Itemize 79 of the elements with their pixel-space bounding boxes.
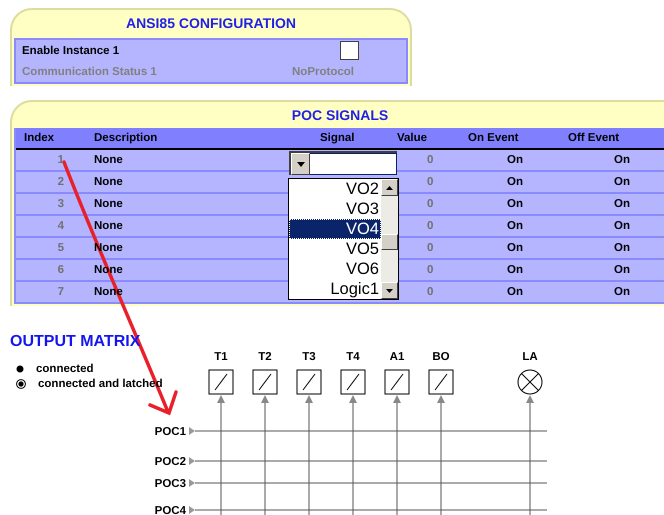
caret-icon <box>296 162 304 166</box>
output-label: T2 <box>258 351 272 363</box>
column-header: Off Event <box>567 132 620 144</box>
table-cell-text: On <box>613 286 631 298</box>
table-cell-text: On <box>613 198 631 210</box>
table-cell-text: 5 <box>56 242 65 254</box>
table-cell-text: On <box>506 242 524 254</box>
contact-symbol <box>296 370 322 394</box>
table-cell-text: None <box>93 198 124 210</box>
table-cell-text: None <box>93 154 124 166</box>
down-arrow-icon <box>386 288 393 292</box>
scroll-up-button[interactable] <box>381 179 398 196</box>
table-cell-text: 6 <box>56 264 65 276</box>
scroll-thumb[interactable] <box>381 234 398 250</box>
legend-label: connected <box>36 363 94 375</box>
scrollbar[interactable] <box>381 179 398 299</box>
input-label: POC3 <box>154 478 186 490</box>
input-arrow-icon <box>189 457 195 465</box>
table-cell-text: On <box>613 264 631 276</box>
table-cell-text: On <box>506 176 524 188</box>
dot-icon <box>16 365 24 373</box>
contact-symbol <box>252 370 278 394</box>
output-label: T4 <box>346 351 360 363</box>
table-cell-text: 3 <box>56 198 65 210</box>
table-cell-text: On <box>506 286 524 298</box>
panel-title: ANSI85 CONFIGURATION <box>124 14 298 33</box>
table-cell-text: On <box>613 242 631 254</box>
table-cell-text: On <box>613 220 631 232</box>
table-cell-text: On <box>613 176 631 188</box>
column-header: Index <box>23 132 56 144</box>
contact-symbol <box>384 370 410 394</box>
table-cell-text: On <box>506 264 524 276</box>
table-cell-text: 0 <box>426 286 434 298</box>
table-cell-text: 0 <box>426 154 434 166</box>
contact-symbol <box>340 370 366 394</box>
panel-title: POC SIGNALS <box>290 106 390 125</box>
input-label: POC4 <box>154 505 186 515</box>
table-cell-text: 0 <box>426 242 434 254</box>
input-arrow-icon <box>189 427 195 435</box>
column-header: Signal <box>319 132 356 144</box>
input-label: POC1 <box>154 426 186 438</box>
lamp-symbol <box>518 370 542 394</box>
table-cell-text: 0 <box>426 176 434 188</box>
setting-label: Enable Instance 1 <box>22 44 120 56</box>
table-cell-text: None <box>93 176 124 188</box>
contact-symbol <box>208 370 234 394</box>
table-cell-text: On <box>506 220 524 232</box>
dropdown-button[interactable] <box>291 153 310 175</box>
column-header: Description <box>93 132 158 144</box>
table-cell-text: 4 <box>56 220 65 232</box>
table-cell-text: On <box>506 198 524 210</box>
dropdown-option[interactable]: VO4 <box>289 219 381 239</box>
table-cell-text: 1 <box>56 154 65 166</box>
input-label: POC2 <box>154 456 186 468</box>
table-cell-text: 2 <box>56 176 65 188</box>
column-header: Value <box>397 132 428 144</box>
scroll-down-button[interactable] <box>381 282 398 299</box>
output-label: BO <box>432 351 450 363</box>
table-cell-text: On <box>506 154 524 166</box>
status-value: NoProtocol <box>292 66 355 78</box>
ring-dot-icon <box>16 379 26 389</box>
table-cell-text: 7 <box>56 286 65 298</box>
input-arrow-icon <box>189 479 195 487</box>
table-cell-text: 0 <box>426 264 434 276</box>
output-label: LA <box>522 351 538 363</box>
up-arrow-icon <box>386 186 393 190</box>
column-header: On Event <box>467 132 520 144</box>
input-arrow-icon <box>189 506 195 514</box>
table-cell-text: 0 <box>426 198 434 210</box>
contact-symbol <box>428 370 454 394</box>
table-cell-text: 0 <box>426 220 434 232</box>
table-cell-text: None <box>93 220 124 232</box>
output-label: A1 <box>390 351 404 363</box>
setting-label: Communication Status 1 <box>22 66 158 78</box>
checkbox[interactable] <box>340 41 359 60</box>
table-cell-text: On <box>613 154 631 166</box>
output-label: T1 <box>214 351 228 363</box>
signal-dropdown[interactable] <box>289 151 397 175</box>
output-label: T3 <box>302 351 316 363</box>
